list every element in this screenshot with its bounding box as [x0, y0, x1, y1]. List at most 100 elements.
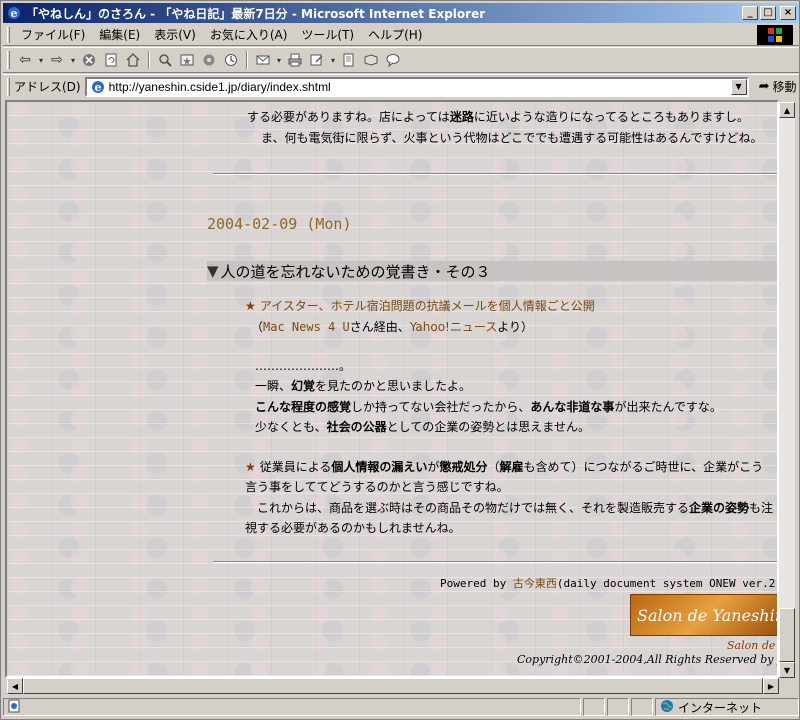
page-icon: e	[90, 79, 106, 95]
paragraph-3: 少なくとも、社会の公器としての企業の姿勢とは思えません。	[255, 420, 590, 434]
status-cell	[631, 698, 653, 716]
globe-icon	[660, 699, 674, 716]
close-button[interactable]: ×	[780, 6, 796, 20]
scroll-right-icon[interactable]: ▶	[763, 678, 779, 694]
security-zone: インターネット	[655, 698, 799, 716]
salon-banner[interactable]: Salon de Yaneshin	[630, 594, 779, 636]
svg-text:e: e	[11, 7, 18, 20]
address-label: アドレス(D)	[14, 80, 81, 94]
item-1-source: （Mac News 4 Uさん経由、Yahoo!ニュースより）	[251, 320, 534, 334]
discuss-icon[interactable]	[338, 50, 360, 70]
print-icon[interactable]	[284, 50, 306, 70]
maximize-button[interactable]: □	[760, 6, 776, 20]
browser-window: e 「やねしん」のさろん - 「やね日記」最新7日分 - Microsoft I…	[0, 0, 800, 720]
mail-icon[interactable]	[252, 50, 274, 70]
toolbar-separator	[148, 51, 150, 69]
svg-text:e: e	[94, 81, 101, 94]
history-icon[interactable]	[220, 50, 242, 70]
status-bar: インターネット	[3, 697, 799, 717]
menu-bar: ファイル(F) 編集(E) 表示(V) お気に入り(A) ツール(T) ヘルプ(…	[3, 24, 799, 46]
menu-view[interactable]: 表示(V)	[147, 26, 203, 43]
page-content: する必要がありますね。店によっては迷路に近いような造りになってるところもあります…	[7, 102, 779, 676]
dots-line: …………………。	[255, 359, 352, 373]
address-field[interactable]: e ▼	[84, 76, 749, 97]
triangle-icon: ▼	[207, 262, 219, 280]
paragraph-4: これからは、商品を選ぶ時はその商品その物だけでは無く、それを製造販売する企業の姿…	[257, 501, 774, 515]
edit-dropdown-icon[interactable]: ▾	[328, 50, 338, 70]
scroll-left-icon[interactable]: ◀	[7, 678, 23, 694]
ie-icon: e	[6, 5, 22, 21]
go-label: 移動	[772, 80, 797, 94]
toolbar-grip[interactable]	[7, 51, 10, 69]
address-grip[interactable]	[7, 77, 10, 96]
star-icon: ★	[245, 299, 256, 313]
mail-dropdown-icon[interactable]: ▾	[274, 50, 284, 70]
page-done-icon	[7, 699, 21, 716]
source-link-yahoo-news[interactable]: Yahoo!ニュース	[410, 320, 498, 334]
star-icon: ★	[245, 460, 256, 474]
scroll-up-icon[interactable]: ▲	[779, 102, 795, 118]
vertical-scroll-thumb[interactable]	[779, 608, 795, 662]
entry-date: 2004-02-09 (Mon)	[207, 215, 352, 233]
powered-by: Powered by 古今東西(daily document system ON…	[440, 577, 777, 590]
media-icon[interactable]	[198, 50, 220, 70]
item-1-link[interactable]: アイスター、ホテル宿泊問題の抗議メールを個人情報ごと公開	[260, 299, 595, 313]
source-link-mac-news[interactable]: Mac News 4 U	[263, 320, 350, 334]
back-dropdown-icon[interactable]: ▾	[36, 50, 46, 70]
menu-tools[interactable]: ツール(T)	[294, 26, 361, 43]
item-2: ★ 従業員による個人情報の漏えいが懲戒処分（解雇も含めて）につながるご時世に、企業…	[245, 460, 764, 474]
search-icon[interactable]	[154, 50, 176, 70]
paragraph-5: 視する必要があるのかもしれませんね。	[245, 521, 461, 535]
menu-grip[interactable]	[7, 26, 10, 43]
back-icon[interactable]: ⇦	[14, 50, 36, 70]
horizontal-scroll-thumb[interactable]	[23, 678, 763, 694]
menu-edit[interactable]: 編集(E)	[92, 26, 147, 43]
page-viewport[interactable]: する必要がありますね。店によっては迷路に近いような造りになってるところもあります…	[5, 100, 779, 678]
research-icon[interactable]	[360, 50, 382, 70]
forward-dropdown-icon[interactable]: ▾	[68, 50, 78, 70]
status-cell	[607, 698, 629, 716]
minimize-button[interactable]: _	[742, 6, 758, 20]
horizontal-scrollbar[interactable]: ◀ ▶	[7, 678, 779, 694]
standard-toolbar: ⇦ ▾ ⇨ ▾ ▾ ▾	[3, 47, 799, 73]
messenger-icon[interactable]	[382, 50, 404, 70]
banner-text: Salon de Yaneshin	[637, 605, 779, 625]
intro-line-1: する必要がありますね。店によっては迷路に近いような造りになってるところもあります…	[247, 110, 749, 124]
edit-icon[interactable]	[306, 50, 328, 70]
status-cell	[583, 698, 605, 716]
zone-label: インターネット	[678, 700, 763, 715]
scrollbar-corner	[779, 678, 795, 694]
title-bar: e 「やねしん」のさろん - 「やね日記」最新7日分 - Microsoft I…	[3, 3, 799, 23]
go-arrow-icon: ➦	[758, 79, 770, 94]
divider	[213, 561, 777, 563]
item-1: ★ アイスター、ホテル宿泊問題の抗議メールを個人情報ごと公開	[245, 297, 595, 314]
intro-line-2: ま、何も電気街に限らず、火事という代物はどこででも遭遇する可能性はあるんですけど…	[261, 131, 763, 145]
stop-icon[interactable]	[78, 50, 100, 70]
toolbar-separator	[246, 51, 248, 69]
item-2-line-2: 言う事をしててどうするのかと言う感じですね。	[245, 480, 509, 494]
windows-logo-icon	[757, 25, 793, 45]
divider	[213, 173, 777, 175]
credit-link[interactable]: 古今東西	[513, 577, 557, 590]
address-dropdown-icon[interactable]: ▼	[730, 78, 747, 95]
menu-help[interactable]: ヘルプ(H)	[361, 26, 429, 43]
scroll-down-icon[interactable]: ▼	[779, 662, 795, 678]
vertical-scrollbar[interactable]: ▲ ▼	[779, 102, 795, 678]
address-input[interactable]	[108, 78, 731, 95]
window-title: 「やねしん」のさろん - 「やね日記」最新7日分 - Microsoft Int…	[26, 6, 486, 21]
status-text	[3, 698, 581, 716]
forward-icon[interactable]: ⇨	[46, 50, 68, 70]
favorites-icon[interactable]	[176, 50, 198, 70]
section-heading: ▼ 人の道を忘れないための覚書き・その３	[207, 261, 777, 281]
refresh-icon[interactable]	[100, 50, 122, 70]
paragraph-2: こんな程度の感覚しか持ってない会社だったから、あんな非道な事が出来たんですな。	[255, 400, 722, 414]
menu-favorites[interactable]: お気に入り(A)	[203, 26, 295, 43]
copyright: Copyright©2001-2004,All Rights Reserved …	[517, 653, 779, 666]
salon-link[interactable]: Salon de Y	[727, 639, 777, 652]
paragraph-1: 一瞬、幻覚を見たのかと思いましたよ。	[255, 379, 472, 393]
home-icon[interactable]	[122, 50, 144, 70]
go-button[interactable]: ➦ 移動	[759, 78, 797, 95]
address-bar: アドレス(D) e ▼ ➦ 移動	[3, 74, 799, 98]
section-title: 人の道を忘れないための覚書き・その３	[220, 262, 491, 281]
menu-file[interactable]: ファイル(F)	[14, 26, 92, 43]
